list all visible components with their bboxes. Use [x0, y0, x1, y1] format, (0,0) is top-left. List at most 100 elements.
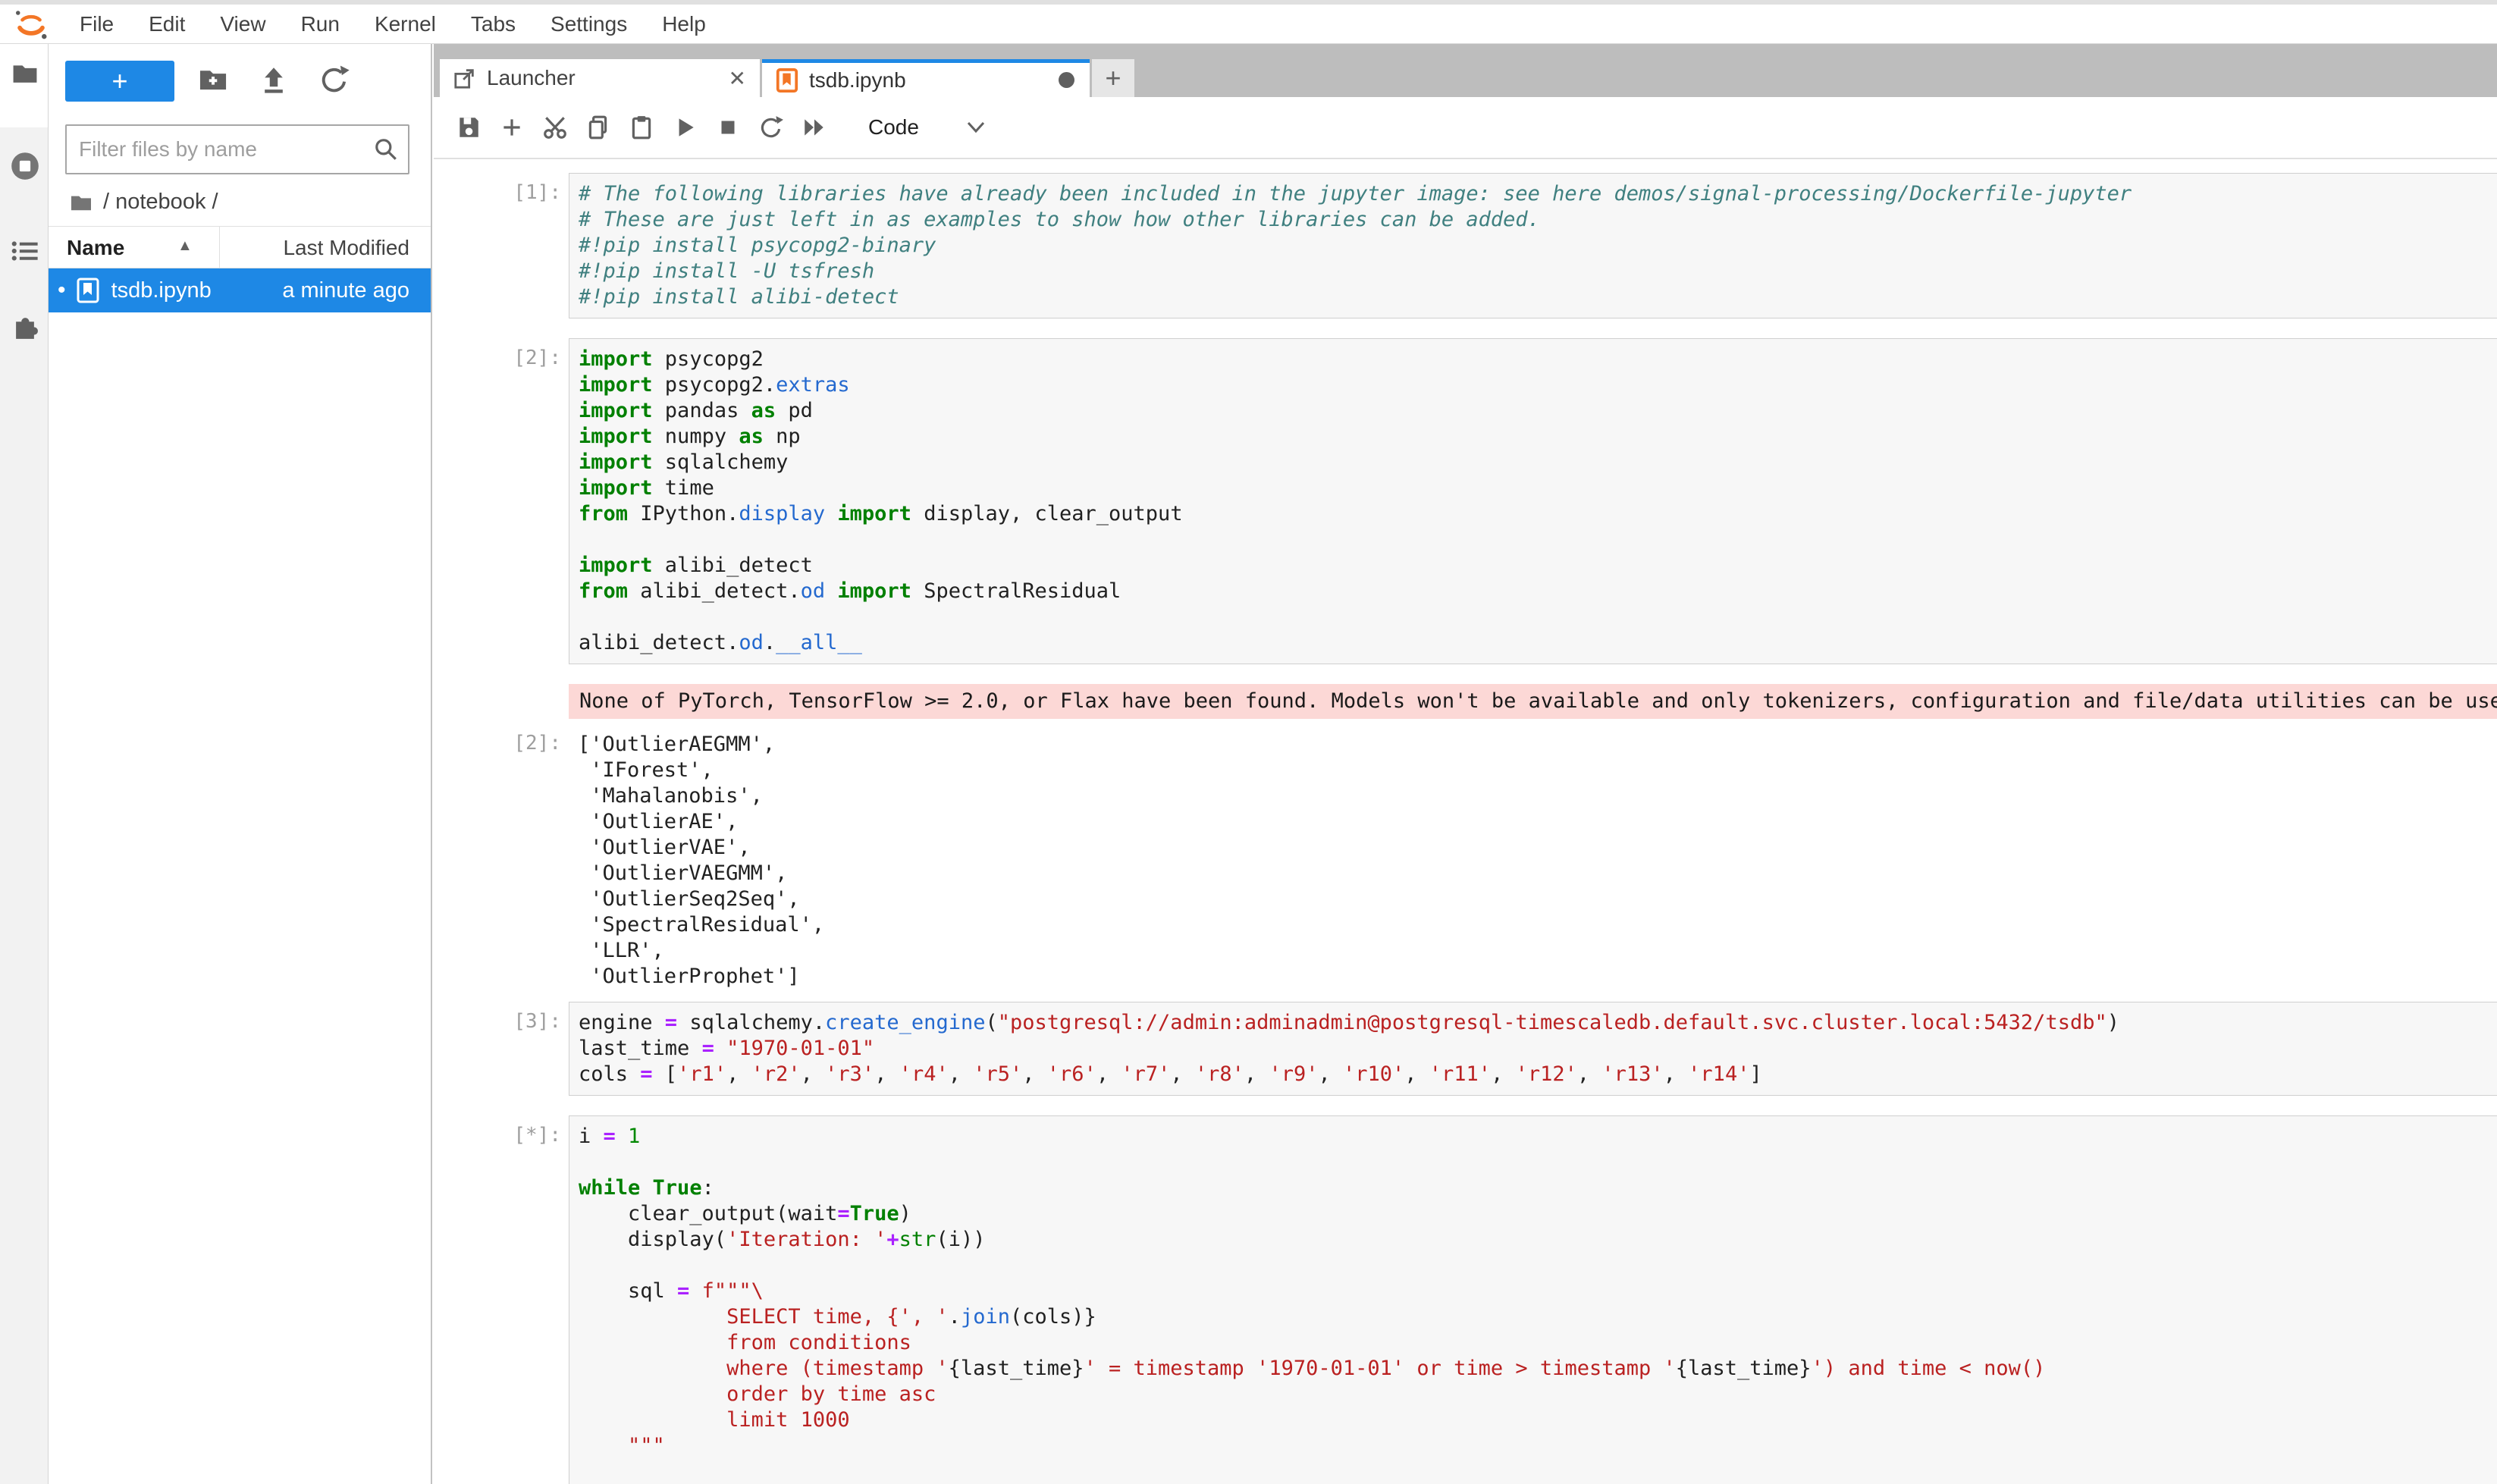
code-line: from IPython.display import display, cle…: [579, 501, 2497, 527]
menu-tabs[interactable]: Tabs: [453, 12, 533, 36]
output-line: 'LLR',: [578, 938, 2497, 964]
launcher-icon: [453, 67, 476, 89]
cell-editor[interactable]: # The following libraries have already b…: [569, 173, 2497, 318]
code-line: import alibi_detect: [579, 553, 2497, 579]
extensions-puzzle-icon[interactable]: [11, 311, 39, 340]
new-launcher-button[interactable]: +: [65, 61, 174, 102]
code-line: import numpy as np: [579, 424, 2497, 450]
restart-kernel-button[interactable]: [758, 114, 785, 141]
filter-files-input[interactable]: [65, 124, 409, 174]
code-line: import sqlalchemy: [579, 450, 2497, 475]
chevron-down-icon[interactable]: [966, 120, 986, 135]
code-line: last_time = "1970-01-01": [579, 1036, 2497, 1062]
menu-view[interactable]: View: [202, 12, 283, 36]
output-line: ['OutlierAEGMM',: [578, 732, 2497, 758]
refresh-icon[interactable]: [318, 64, 350, 96]
code-cell: [2]:import psycopg2import psycopg2.extra…: [434, 338, 2497, 664]
menu-run[interactable]: Run: [284, 12, 357, 36]
home-folder-icon[interactable]: [70, 193, 93, 212]
code-line: cols = ['r1', 'r2', 'r3', 'r4', 'r5', 'r…: [579, 1062, 2497, 1087]
search-icon: [373, 136, 399, 162]
code-line: from alibi_detect.od import SpectralResi…: [579, 579, 2497, 604]
prompt-spacer: [434, 684, 569, 719]
code-line: import time: [579, 475, 2497, 501]
code-line: # The following libraries have already b…: [579, 181, 2497, 207]
code-line: #!pip install alibi-detect: [579, 284, 2497, 310]
cell-type-dropdown[interactable]: Code: [868, 115, 919, 140]
interrupt-kernel-button[interactable]: [714, 114, 742, 141]
code-line: # These are just left in as examples to …: [579, 207, 2497, 233]
code-line: [579, 1253, 2497, 1278]
output-line: 'OutlierVAEGMM',: [578, 861, 2497, 886]
file-name: tsdb.ipynb: [111, 278, 212, 303]
save-button[interactable]: [455, 114, 482, 141]
code-line: #!pip install -U tsfresh: [579, 259, 2497, 284]
tab-notebook-current[interactable]: tsdb.ipynb: [762, 59, 1090, 97]
running-kernels-icon[interactable]: [11, 152, 39, 180]
tab-notebook-label: tsdb.ipynb: [809, 68, 906, 93]
code-line: """: [579, 1433, 2497, 1459]
new-folder-icon[interactable]: [197, 64, 229, 96]
code-line: SELECT time, {', '.join(cols)}: [579, 1304, 2497, 1330]
run-cell-button[interactable]: [671, 114, 698, 141]
notebook-icon: [776, 68, 798, 93]
menu-settings[interactable]: Settings: [533, 12, 645, 36]
copy-cells-button[interactable]: [585, 114, 612, 141]
breadcrumb[interactable]: / notebook /: [70, 190, 218, 215]
stderr-output-row: None of PyTorch, TensorFlow >= 2.0, or F…: [434, 684, 2497, 719]
output-line: 'OutlierVAE',: [578, 835, 2497, 861]
sort-ascending-icon[interactable]: ▲: [177, 237, 193, 255]
close-tab-icon[interactable]: ✕: [729, 66, 746, 91]
menu-kernel[interactable]: Kernel: [357, 12, 453, 36]
notebook-toolbar: Code: [434, 97, 2497, 159]
code-line: #!pip install psycopg2-binary: [579, 233, 2497, 259]
code-line: limit 1000: [579, 1407, 2497, 1433]
menu-file[interactable]: File: [62, 12, 131, 36]
output-line: 'SpectralResidual',: [578, 912, 2497, 938]
filter-files-box: [65, 124, 409, 174]
notebook-cells: [1]:# The following libraries have alrea…: [434, 173, 2497, 1484]
jupyter-logo-icon: [14, 7, 49, 42]
paste-cells-button[interactable]: [628, 114, 655, 141]
file-browser-icon[interactable]: [11, 59, 39, 88]
code-line: where (timestamp '{last_time}' = timesta…: [579, 1356, 2497, 1382]
notebook-scroll-area[interactable]: [1]:# The following libraries have alrea…: [434, 161, 2497, 1484]
tab-bar: Launcher ✕ tsdb.ipynb +: [434, 44, 2497, 97]
code-line: [579, 604, 2497, 630]
cut-cells-button[interactable]: [541, 114, 569, 141]
code-line: import pandas as pd: [579, 398, 2497, 424]
new-tab-button[interactable]: +: [1092, 59, 1134, 97]
stderr-warning: None of PyTorch, TensorFlow >= 2.0, or F…: [569, 684, 2497, 719]
activity-bar: [0, 44, 49, 1484]
output-line: 'IForest',: [578, 758, 2497, 783]
unsaved-bullet: •: [58, 278, 66, 303]
column-divider: [219, 227, 220, 268]
restart-run-all-button[interactable]: [801, 114, 828, 141]
output-line: 'OutlierProphet']: [578, 964, 2497, 990]
cell-editor[interactable]: import psycopg2import psycopg2.extrasimp…: [569, 338, 2497, 664]
unsaved-dot-icon[interactable]: [1059, 72, 1074, 88]
sort-by-modified-header[interactable]: Last Modified: [283, 236, 409, 260]
output-line: 'OutlierAE',: [578, 809, 2497, 835]
sort-by-name-header[interactable]: Name: [67, 236, 124, 260]
cell-editor[interactable]: i = 1 while True: clear_output(wait=True…: [569, 1115, 2497, 1484]
main-dock: Launcher ✕ tsdb.ipynb +: [434, 44, 2497, 1484]
insert-cell-button[interactable]: [498, 114, 525, 141]
code-line: while True:: [579, 1175, 2497, 1201]
cell-editor[interactable]: engine = sqlalchemy.create_engine("postg…: [569, 1002, 2497, 1096]
file-row-selected[interactable]: • tsdb.ipynb a minute ago: [49, 268, 431, 312]
breadcrumb-path[interactable]: / notebook /: [103, 190, 218, 215]
upload-icon[interactable]: [258, 64, 290, 96]
table-of-contents-icon[interactable]: [11, 237, 39, 265]
code-line: sql = f"""\: [579, 1278, 2497, 1304]
code-line: [579, 1459, 2497, 1484]
menu-bar: File Edit View Run Kernel Tabs Settings …: [0, 5, 2497, 44]
menu-edit[interactable]: Edit: [131, 12, 202, 36]
menu-help[interactable]: Help: [645, 12, 723, 36]
file-browser-panel: + / notebook / Name ▲ Last Modified •: [49, 44, 432, 1484]
file-list-header: Name ▲ Last Modified: [49, 226, 431, 268]
code-line: [579, 1150, 2497, 1175]
code-line: display('Iteration: '+str(i)): [579, 1227, 2497, 1253]
tab-launcher[interactable]: Launcher ✕: [440, 59, 760, 97]
code-line: alibi_detect.od.__all__: [579, 630, 2497, 656]
